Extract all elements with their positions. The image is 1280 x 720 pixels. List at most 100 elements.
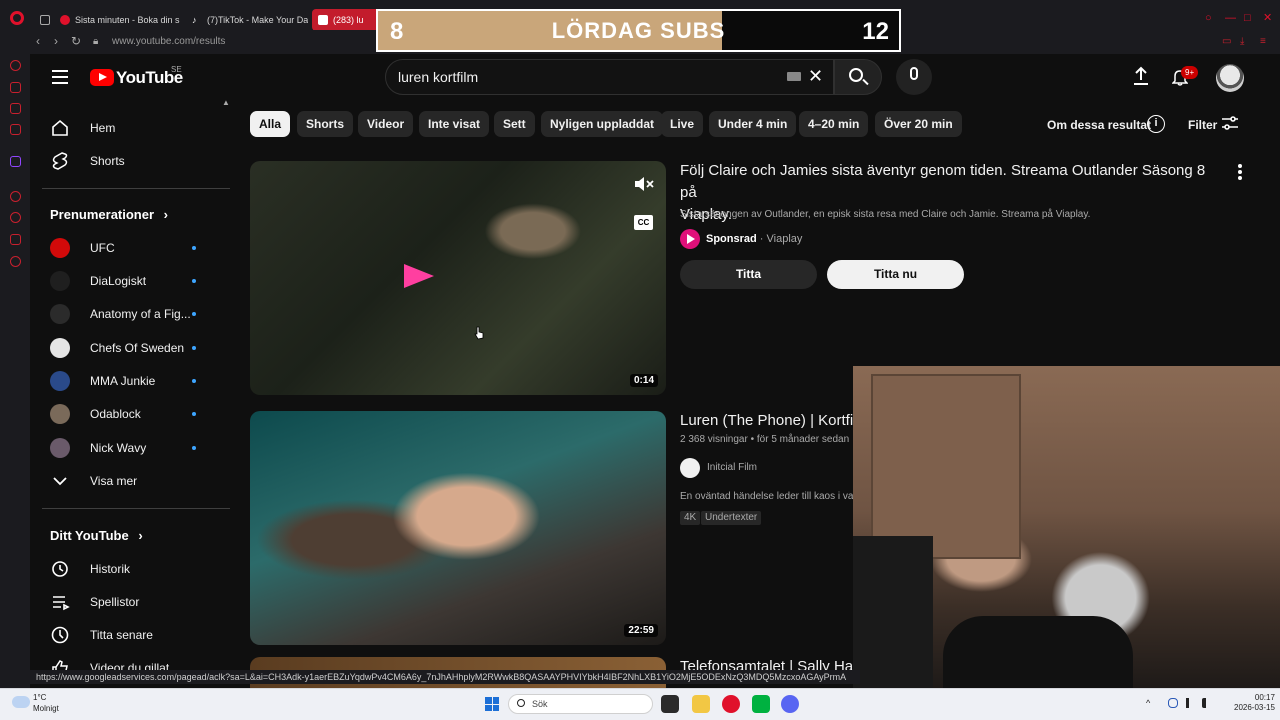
scroll-up-icon[interactable]: ▲ xyxy=(222,98,230,107)
video-duration: 0:14 xyxy=(629,374,658,387)
filter-chip[interactable]: Videor xyxy=(358,111,414,137)
clear-search-icon[interactable]: ✕ xyxy=(808,66,823,87)
about-results-label[interactable]: Om dessa resultat xyxy=(1047,118,1151,132)
network-icon[interactable] xyxy=(1186,698,1196,708)
search-icon[interactable] xyxy=(849,68,863,82)
filter-chip[interactable]: Nyligen uppladdat xyxy=(541,111,664,137)
captions-icon[interactable]: CC xyxy=(634,215,653,230)
filter-icon[interactable] xyxy=(1222,116,1238,130)
sidebar-item-subscription[interactable]: DiaLogiskt xyxy=(30,265,230,297)
chat-icon[interactable] xyxy=(10,103,21,114)
opera-logo-icon[interactable] xyxy=(10,11,24,25)
sidebar-item-subscription[interactable]: UFC xyxy=(30,232,230,264)
player-icon[interactable] xyxy=(10,124,21,135)
guide-menu-icon[interactable] xyxy=(52,70,68,84)
ad-video-thumbnail[interactable]: 0:14 xyxy=(250,161,666,395)
weather-temperature[interactable]: 1°C xyxy=(33,693,46,702)
your-youtube-heading[interactable]: Ditt YouTube › xyxy=(50,528,143,543)
sidebar-item-subscription[interactable]: Chefs Of Sweden xyxy=(30,332,230,364)
twitch-icon[interactable] xyxy=(10,156,21,167)
filter-chip[interactable]: Över 20 min xyxy=(875,111,962,137)
more-actions-icon[interactable] xyxy=(1238,164,1242,180)
filter-chip[interactable]: Sett xyxy=(494,111,535,137)
url-field[interactable]: www.youtube.com/results xyxy=(112,36,225,47)
tab-sista-minuten[interactable]: Sista minuten - Boka din s xyxy=(54,9,184,31)
filter-chip[interactable]: 4–20 min xyxy=(799,111,869,137)
channel-avatar xyxy=(50,371,70,391)
filter-button[interactable]: Filter xyxy=(1188,118,1217,132)
task-view-icon[interactable] xyxy=(661,695,679,713)
filter-chip[interactable]: Shorts xyxy=(297,111,354,137)
keyboard-icon[interactable] xyxy=(787,72,801,81)
channel-name[interactable]: Initcial Film xyxy=(707,462,757,473)
tray-mic-icon[interactable] xyxy=(1168,698,1178,708)
new-content-dot xyxy=(192,412,196,416)
opera-taskbar-icon[interactable] xyxy=(722,695,740,713)
watch-now-button[interactable]: Titta nu xyxy=(827,260,964,289)
microphone-icon[interactable] xyxy=(910,67,918,80)
info-icon[interactable]: i xyxy=(1147,115,1165,133)
filter-chip[interactable]: Live xyxy=(661,111,704,137)
new-content-dot xyxy=(192,346,196,350)
discord-icon[interactable] xyxy=(781,695,799,713)
tray-overflow-icon[interactable]: ^ xyxy=(1146,698,1156,708)
history-rail-icon[interactable] xyxy=(10,191,21,202)
youtube-tab-icon xyxy=(318,15,328,25)
workspace-icon[interactable] xyxy=(34,9,56,31)
viaplay-play-mark-icon xyxy=(404,264,434,288)
cloud-icon[interactable] xyxy=(12,696,30,708)
webcam-gaming-chair xyxy=(853,536,933,688)
sidebar-item-subscription[interactable]: Odablock xyxy=(30,398,230,430)
download-icon[interactable]: ⤓ xyxy=(1240,36,1244,47)
avatar[interactable] xyxy=(1216,64,1244,92)
sidebar-item-subscription[interactable]: Nick Wavy xyxy=(30,432,230,464)
youtube-logo-icon[interactable] xyxy=(90,69,114,86)
reload-icon[interactable]: ↻ xyxy=(71,34,81,48)
sidebar-item-playlists[interactable]: Spellistor xyxy=(30,586,230,618)
channel-avatar[interactable] xyxy=(680,458,700,478)
ad-description: Sista säsongen av Outlander, en episk si… xyxy=(680,209,1091,220)
video-title[interactable]: Luren (The Phone) | Kortfil xyxy=(680,410,856,432)
new-content-dot xyxy=(192,446,196,450)
settings-icon[interactable] xyxy=(10,256,21,267)
sidebar-item-subscription[interactable]: Anatomy of a Fig... xyxy=(30,298,230,330)
maximize-icon[interactable]: □ xyxy=(1244,13,1254,24)
filter-chip[interactable]: Inte visat xyxy=(419,111,490,137)
wallet-icon[interactable]: ▭ xyxy=(1222,36,1231,47)
sidebar-item-watch-later[interactable]: Titta senare xyxy=(30,619,230,651)
taskbar-search-input[interactable] xyxy=(508,694,653,714)
volume-icon[interactable] xyxy=(1202,698,1212,708)
streamlabs-icon[interactable] xyxy=(752,695,770,713)
close-window-icon[interactable]: ✕ xyxy=(1263,13,1273,24)
weather-condition[interactable]: Molnigt xyxy=(33,704,59,713)
sidebar-item-history[interactable]: Historik xyxy=(30,553,230,585)
sidebar-item-subscription[interactable]: MMA Junkie xyxy=(30,365,230,397)
minimize-icon[interactable]: — xyxy=(1225,13,1236,24)
menu-icon[interactable]: ≡ xyxy=(1260,36,1266,47)
viaplay-logo-icon[interactable] xyxy=(680,229,700,249)
search-query[interactable]: luren kortfilm xyxy=(398,69,478,85)
tab-youtube[interactable]: (283) lu xyxy=(312,9,382,31)
filter-chip[interactable]: Alla xyxy=(250,111,291,137)
tab-tiktok[interactable]: ♪ (7)TikTok - Make Your Day xyxy=(186,9,308,31)
aria-icon[interactable] xyxy=(10,60,21,71)
search-tabs-icon[interactable]: ○ xyxy=(1205,13,1215,24)
system-clock[interactable]: 00:17 2026-03-15 xyxy=(1234,693,1275,713)
mute-icon[interactable] xyxy=(634,176,654,192)
upload-icon[interactable] xyxy=(1133,66,1149,86)
clock-rail-icon[interactable] xyxy=(10,212,21,223)
forward-icon[interactable]: › xyxy=(54,34,58,48)
video-thumbnail[interactable]: 22:59 xyxy=(250,411,666,645)
windows-start-icon[interactable] xyxy=(485,697,499,711)
back-icon[interactable]: ‹ xyxy=(36,34,40,48)
extensions-icon[interactable] xyxy=(10,234,21,245)
sidebar-item-home[interactable]: Hem xyxy=(30,112,230,144)
notification-badge: 9+ xyxy=(1181,66,1199,79)
bookmarks-icon[interactable] xyxy=(10,82,21,93)
file-explorer-icon[interactable] xyxy=(692,695,710,713)
watch-button[interactable]: Titta xyxy=(680,260,817,289)
sidebar-item-show-more[interactable]: Visa mer xyxy=(30,465,230,497)
sidebar-item-shorts[interactable]: Shorts xyxy=(30,145,230,177)
subscriptions-heading[interactable]: Prenumerationer › xyxy=(50,207,168,222)
filter-chip[interactable]: Under 4 min xyxy=(709,111,797,137)
